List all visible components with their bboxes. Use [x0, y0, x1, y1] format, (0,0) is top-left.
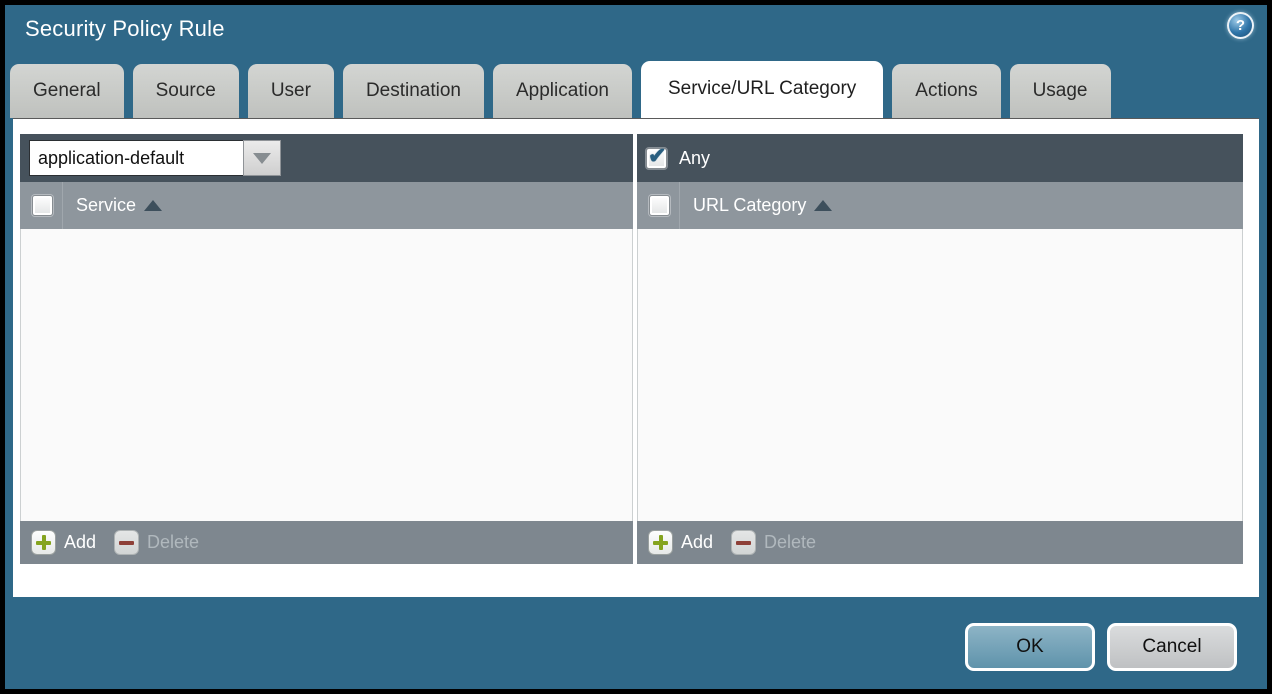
- any-checkbox[interactable]: ✔: [646, 148, 667, 169]
- service-dropdown-button[interactable]: [243, 140, 281, 176]
- sort-ascending-icon[interactable]: [814, 200, 832, 211]
- url-category-column-header-label: URL Category: [693, 195, 806, 216]
- plus-icon: [648, 530, 673, 555]
- url-category-select-all-checkbox[interactable]: [649, 195, 670, 216]
- service-toolbar: [20, 134, 633, 182]
- delete-button-label: Delete: [147, 532, 199, 553]
- tab-application[interactable]: Application: [493, 64, 632, 118]
- service-dropdown: [29, 140, 281, 176]
- help-question-glyph: ?: [1236, 17, 1245, 34]
- url-category-add-button[interactable]: Add: [648, 530, 713, 555]
- tab-source[interactable]: Source: [133, 64, 239, 118]
- header-divider: [62, 182, 63, 229]
- security-policy-rule-dialog: Security Policy Rule ? General Source Us…: [0, 0, 1272, 694]
- add-button-label: Add: [681, 532, 713, 553]
- minus-icon: [731, 530, 756, 555]
- url-category-footer: Add Delete: [637, 521, 1243, 564]
- checkmark-icon: ✔: [648, 143, 666, 169]
- cancel-button[interactable]: Cancel: [1107, 623, 1237, 671]
- service-delete-button[interactable]: Delete: [114, 530, 199, 555]
- service-footer: Add Delete: [20, 521, 633, 564]
- help-icon[interactable]: ?: [1227, 12, 1254, 39]
- tab-user[interactable]: User: [248, 64, 334, 118]
- service-panel: Service Add Delete: [20, 134, 633, 564]
- delete-button-label: Delete: [764, 532, 816, 553]
- chevron-down-icon: [253, 153, 271, 164]
- service-add-button[interactable]: Add: [31, 530, 96, 555]
- ok-button[interactable]: OK: [965, 623, 1095, 671]
- plus-icon: [31, 530, 56, 555]
- url-category-list: [637, 229, 1243, 521]
- url-category-toolbar: ✔ Any: [637, 134, 1243, 182]
- url-category-panel: ✔ Any URL Category Add Delete: [637, 134, 1243, 564]
- page-title: Security Policy Rule: [25, 16, 225, 42]
- service-dropdown-input[interactable]: [29, 140, 243, 176]
- url-category-column-header-row: URL Category: [637, 182, 1243, 229]
- service-column-header-row: Service: [20, 182, 633, 229]
- tab-bar: General Source User Destination Applicat…: [10, 64, 1111, 118]
- minus-icon: [114, 530, 139, 555]
- tab-destination[interactable]: Destination: [343, 64, 484, 118]
- add-button-label: Add: [64, 532, 96, 553]
- header-divider: [679, 182, 680, 229]
- tab-general[interactable]: General: [10, 64, 124, 118]
- tab-usage[interactable]: Usage: [1010, 64, 1111, 118]
- tab-service-url-category[interactable]: Service/URL Category: [641, 61, 883, 118]
- any-checkbox-label: Any: [679, 148, 710, 169]
- service-select-all-checkbox[interactable]: [32, 195, 53, 216]
- sort-ascending-icon[interactable]: [144, 200, 162, 211]
- tab-content-area: Service Add Delete ✔ Any: [13, 118, 1259, 597]
- tab-actions[interactable]: Actions: [892, 64, 1000, 118]
- service-list: [20, 229, 633, 521]
- url-category-delete-button[interactable]: Delete: [731, 530, 816, 555]
- service-column-header-label: Service: [76, 195, 136, 216]
